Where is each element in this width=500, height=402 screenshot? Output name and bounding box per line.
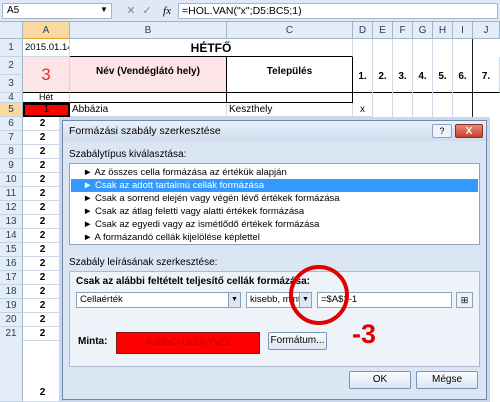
row-header[interactable]: 7 [0,131,23,145]
row-header[interactable]: 5 [0,103,23,117]
rule-type-list[interactable]: ► Az összes cella formázása az értékük a… [69,163,480,245]
rule-type-label: Szabálytípus kiválasztása: [69,149,187,160]
week-cell[interactable]: 2 [23,215,63,229]
column-header-j[interactable]: J [473,22,500,39]
row-header[interactable]: 18 [0,285,23,299]
rule-type-item[interactable]: ► Csak az átlag feletti vagy alatti érté… [71,205,478,218]
row-header[interactable]: 13 [0,215,23,229]
week-cell[interactable]: 2 [23,299,63,313]
week-cell[interactable]: 2 [23,201,63,215]
sheet-cell[interactable] [227,93,353,103]
week-label-cell[interactable]: Hét [23,93,70,103]
row-header[interactable]: 10 [0,173,23,187]
format-button[interactable]: Formátum... [268,332,327,350]
format-preview: AaBbCcÚúÜüYyZz [116,332,260,354]
day-number-cell[interactable]: 2. [373,57,393,93]
condition-type-select[interactable]: Cellaérték [76,292,241,308]
column-header-a[interactable]: A [23,22,70,39]
row-header[interactable]: 11 [0,187,23,201]
rule-type-item[interactable]: ► Az összes cella formázása az értékük a… [71,166,478,179]
cancel-formula-icon[interactable]: ✕ [124,3,138,19]
date-cell[interactable]: 2015.01.14 [23,39,70,57]
row-header[interactable]: 15 [0,243,23,257]
column-header-i[interactable]: I [453,22,473,39]
week-cell[interactable]: 2 [23,159,63,173]
week-cell[interactable]: 2 [23,131,63,145]
row-header[interactable]: 8 [0,145,23,159]
week-cell[interactable]: 2 [23,173,63,187]
week-cell[interactable]: 2 [23,327,63,341]
day-number-cell[interactable]: 6. [453,57,473,93]
rule-type-item[interactable]: ► Csak az egyedi vagy az ismétlődő érték… [71,218,478,231]
column-header-e[interactable]: E [373,22,393,39]
ok-button[interactable]: OK [349,371,411,389]
row-header[interactable]: 4 [0,93,23,103]
week-cell[interactable]: 2 [23,313,63,327]
day-number-cell[interactable]: 7. [473,57,500,93]
column-header-b[interactable]: B [70,22,227,39]
week-cell[interactable]: 2 [23,386,63,402]
week-cell[interactable]: 2 [23,243,63,257]
chevron-down-icon[interactable]: ▼ [100,5,108,14]
header-name-cell[interactable]: Név (Vendéglátó hely) [70,57,227,93]
rule-type-item[interactable]: ► A formázandó cellák kijelölése képlett… [71,231,478,244]
row-header[interactable]: 21 [0,327,23,402]
day-number-cell[interactable]: 4. [413,57,433,93]
week-cell[interactable]: 2 [23,117,63,131]
row-header[interactable]: 6 [0,117,23,131]
week-number-cell[interactable]: 3 [23,57,70,93]
name-cell[interactable]: Abbázia [70,103,227,117]
close-button[interactable]: X [455,124,483,138]
chevron-down-icon[interactable]: ▼ [228,293,240,307]
row-header[interactable]: 14 [0,229,23,243]
row-header[interactable]: 17 [0,271,23,285]
day-number-cell[interactable]: 3. [393,57,413,93]
format-rule-dialog: Formázási szabály szerkesztése ? X Szabá… [62,120,487,400]
condition-type-value: Cellaérték [80,294,123,305]
column-header-f[interactable]: F [393,22,413,39]
week-cell[interactable]: 2 [23,271,63,285]
column-header-d[interactable]: D [353,22,373,39]
row-header[interactable]: 20 [0,313,23,327]
week-cell[interactable]: 2 [23,257,63,271]
row-header[interactable]: 9 [0,159,23,173]
column-header-c[interactable]: C [227,22,353,39]
row-header[interactable]: 1 [0,39,23,57]
name-box[interactable]: A5 [2,3,112,19]
day-number-cell[interactable]: 1. [353,57,373,93]
row-header[interactable]: 12 [0,201,23,215]
day-cell[interactable]: HÉTFŐ [70,39,353,57]
select-all-corner[interactable] [0,22,23,39]
town-cell[interactable]: Keszthely [227,103,353,117]
week-cell[interactable]: 2 [23,229,63,243]
rule-type-item-selected[interactable]: ► Csak az adott tartalmú cellák formázás… [71,179,478,192]
enter-formula-icon[interactable]: ✓ [140,3,154,19]
column-header-g[interactable]: G [413,22,433,39]
header-town-cell[interactable]: Település [227,57,353,93]
highlight-circle [289,265,349,325]
rule-type-item[interactable]: ► Csak a sorrend elején vagy végén lévő … [71,192,478,205]
preview-label: Minta: [78,336,108,347]
formula-input[interactable]: =HOL.VAN("x";D5:BC5;1) [178,3,498,19]
mark-cell[interactable]: x [353,103,373,117]
week-cell[interactable]: 2 [23,285,63,299]
condition-heading: Csak az alábbi feltételt teljesítő cellá… [76,276,310,287]
row-header[interactable]: 19 [0,299,23,313]
rule-desc-label: Szabály leírásának szerkesztése: [69,257,218,268]
active-cell-a5[interactable]: 1 [23,103,70,117]
insert-function-button[interactable]: fx [158,3,176,19]
cell-reference-icon[interactable]: ⊞ [456,292,473,308]
cancel-button[interactable]: Mégse [416,371,478,389]
sheet-cell[interactable] [70,93,227,103]
row-header[interactable]: 2 [0,57,23,75]
annotation-text: -3 [352,319,377,349]
row-header[interactable]: 16 [0,257,23,271]
week-cell[interactable]: 2 [23,145,63,159]
column-header-h[interactable]: H [433,22,453,39]
help-button[interactable]: ? [432,124,452,138]
day-number-cell[interactable]: 5. [433,57,453,93]
row-header[interactable]: 3 [0,75,23,93]
dialog-title: Formázási szabály szerkesztése [63,121,486,141]
week-cell[interactable]: 2 [23,187,63,201]
